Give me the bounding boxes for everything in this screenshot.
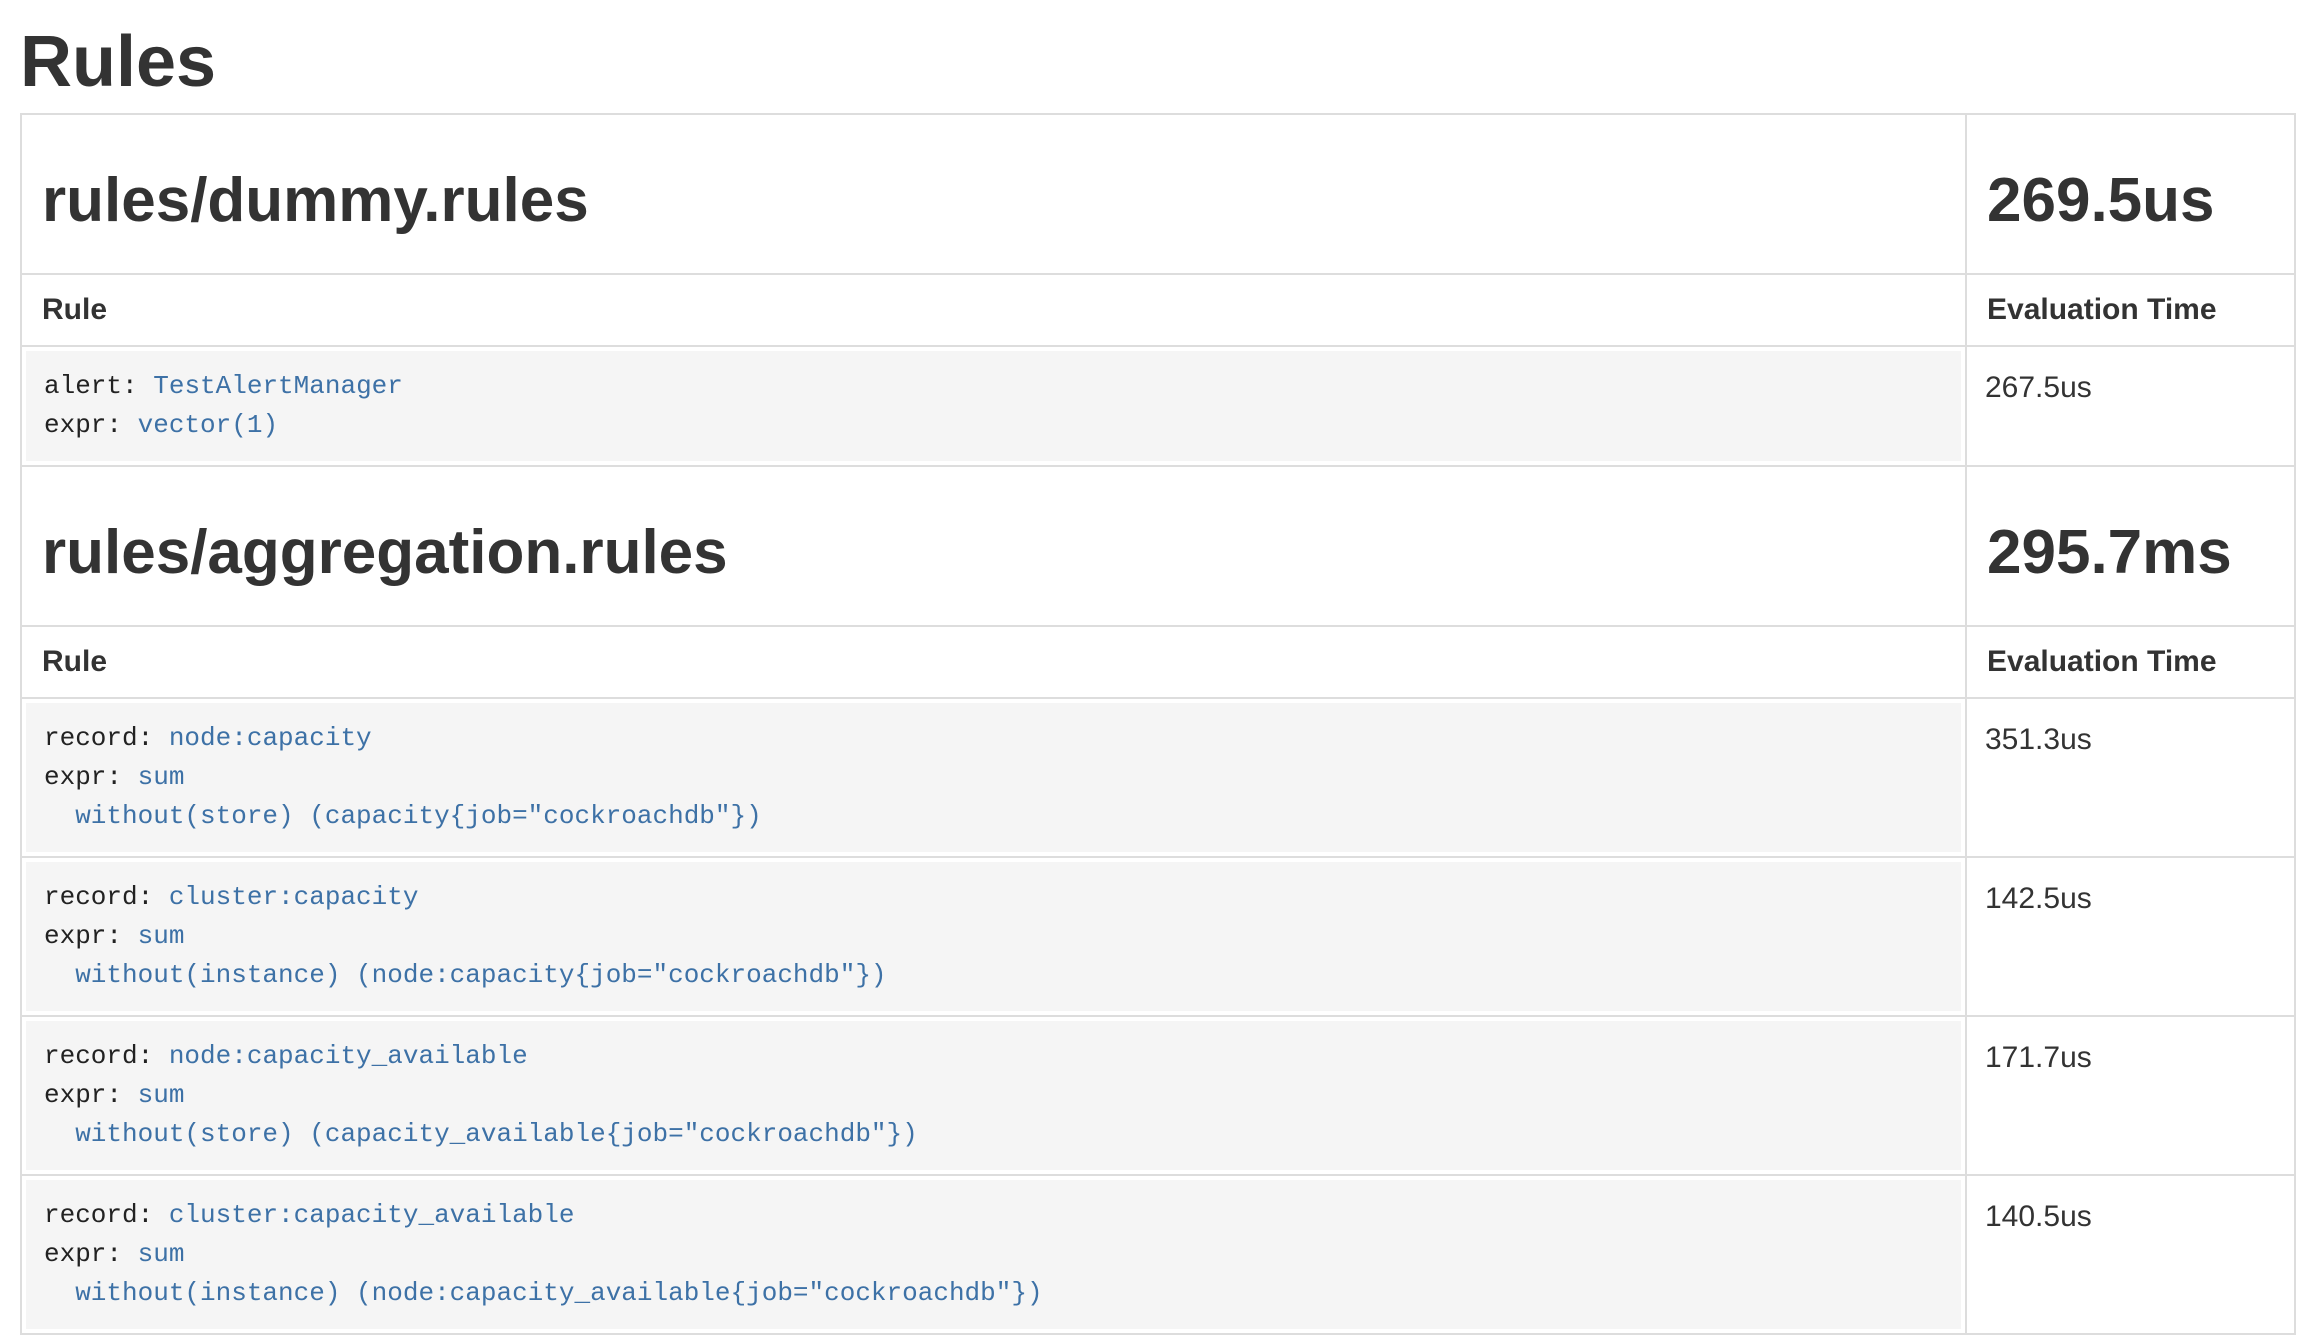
rule-cell: record: cluster:capacity_available expr:… bbox=[21, 1175, 1966, 1334]
rule-text bbox=[122, 410, 138, 440]
rule-keyword: alert: bbox=[44, 371, 138, 401]
record-name-link[interactable]: node:capacity_available bbox=[169, 1041, 528, 1071]
rule-text bbox=[122, 1080, 138, 1110]
rule-row: record: cluster:capacity expr: sum witho… bbox=[21, 857, 2295, 1016]
rule-text bbox=[122, 762, 138, 792]
rule-text bbox=[122, 1239, 138, 1269]
rule-keyword: record: bbox=[44, 1041, 153, 1071]
rule-definition: alert: TestAlertManager expr: vector(1) bbox=[26, 351, 1961, 461]
rule-keyword: expr: bbox=[44, 762, 122, 792]
expr-link[interactable]: without(instance) (node:capacity{job="co… bbox=[44, 960, 887, 990]
expr-link[interactable]: vector(1) bbox=[138, 410, 278, 440]
rule-definition: record: node:capacity expr: sum without(… bbox=[26, 703, 1961, 852]
rule-group-header-row: rules/aggregation.rules 295.7ms bbox=[21, 466, 2295, 626]
rule-text bbox=[153, 1200, 169, 1230]
rule-eval-time: 142.5us bbox=[1966, 857, 2295, 1016]
rule-cell: record: node:capacity expr: sum without(… bbox=[21, 698, 1966, 857]
expr-link[interactable]: without(store) (capacity_available{job="… bbox=[44, 1119, 918, 1149]
rule-group-eval-time-cell: 295.7ms bbox=[1966, 466, 2295, 626]
rule-text bbox=[153, 1041, 169, 1071]
rule-keyword: expr: bbox=[44, 410, 122, 440]
rule-keyword: record: bbox=[44, 882, 153, 912]
rule-eval-time: 171.7us bbox=[1966, 1016, 2295, 1175]
rule-eval-time: 351.3us bbox=[1966, 698, 2295, 857]
expr-link[interactable]: sum bbox=[138, 921, 185, 951]
rule-keyword: expr: bbox=[44, 1080, 122, 1110]
rule-group-eval-time: 295.7ms bbox=[1987, 519, 2274, 587]
column-header-row: RuleEvaluation Time bbox=[21, 626, 2295, 698]
rule-keyword: record: bbox=[44, 1200, 153, 1230]
rule-cell: alert: TestAlertManager expr: vector(1) bbox=[21, 346, 1966, 466]
expr-link[interactable]: without(store) (capacity{job="cockroachd… bbox=[44, 801, 762, 831]
rule-group-eval-time-cell: 269.5us bbox=[1966, 114, 2295, 274]
rule-group-file: rules/dummy.rules bbox=[42, 167, 1945, 235]
rule-row: record: node:capacity_available expr: su… bbox=[21, 1016, 2295, 1175]
page-title: Rules bbox=[20, 22, 2296, 102]
rule-text bbox=[153, 882, 169, 912]
rule-definition: record: cluster:capacity expr: sum witho… bbox=[26, 862, 1961, 1011]
rule-column-header: Rule bbox=[21, 274, 1966, 346]
rules-table: rules/dummy.rules269.5usRuleEvaluation T… bbox=[20, 113, 2296, 1335]
rule-eval-time: 140.5us bbox=[1966, 1175, 2295, 1334]
rule-cell: record: node:capacity_available expr: su… bbox=[21, 1016, 1966, 1175]
evaluation-time-column-header: Evaluation Time bbox=[1966, 274, 2295, 346]
rule-definition: record: cluster:capacity_available expr:… bbox=[26, 1180, 1961, 1329]
rule-group-header-row: rules/dummy.rules 269.5us bbox=[21, 114, 2295, 274]
rule-column-header: Rule bbox=[21, 626, 1966, 698]
rule-group-file-cell: rules/aggregation.rules bbox=[21, 466, 1966, 626]
evaluation-time-column-header: Evaluation Time bbox=[1966, 626, 2295, 698]
rules-page: Rules rules/dummy.rules269.5usRuleEvalua… bbox=[0, 22, 2316, 1335]
rule-text bbox=[138, 371, 154, 401]
rule-text bbox=[122, 921, 138, 951]
rule-text bbox=[153, 723, 169, 753]
rules-table-body: rules/dummy.rules269.5usRuleEvaluation T… bbox=[21, 114, 2295, 1334]
rule-row: alert: TestAlertManager expr: vector(1)2… bbox=[21, 346, 2295, 466]
expr-link[interactable]: without(instance) (node:capacity_availab… bbox=[44, 1278, 1043, 1308]
rule-row: record: node:capacity expr: sum without(… bbox=[21, 698, 2295, 857]
rule-group-file-cell: rules/dummy.rules bbox=[21, 114, 1966, 274]
rule-eval-time: 267.5us bbox=[1966, 346, 2295, 466]
rule-row: record: cluster:capacity_available expr:… bbox=[21, 1175, 2295, 1334]
record-name-link[interactable]: cluster:capacity bbox=[169, 882, 419, 912]
rule-cell: record: cluster:capacity expr: sum witho… bbox=[21, 857, 1966, 1016]
rule-keyword: expr: bbox=[44, 921, 122, 951]
expr-link[interactable]: sum bbox=[138, 1239, 185, 1269]
expr-link[interactable]: sum bbox=[138, 762, 185, 792]
record-name-link[interactable]: node:capacity bbox=[169, 723, 372, 753]
record-name-link[interactable]: cluster:capacity_available bbox=[169, 1200, 575, 1230]
rule-keyword: expr: bbox=[44, 1239, 122, 1269]
column-header-row: RuleEvaluation Time bbox=[21, 274, 2295, 346]
rule-group-eval-time: 269.5us bbox=[1987, 167, 2274, 235]
rule-definition: record: node:capacity_available expr: su… bbox=[26, 1021, 1961, 1170]
alert-name-link[interactable]: TestAlertManager bbox=[153, 371, 403, 401]
rule-group-file: rules/aggregation.rules bbox=[42, 519, 1945, 587]
expr-link[interactable]: sum bbox=[138, 1080, 185, 1110]
rule-keyword: record: bbox=[44, 723, 153, 753]
